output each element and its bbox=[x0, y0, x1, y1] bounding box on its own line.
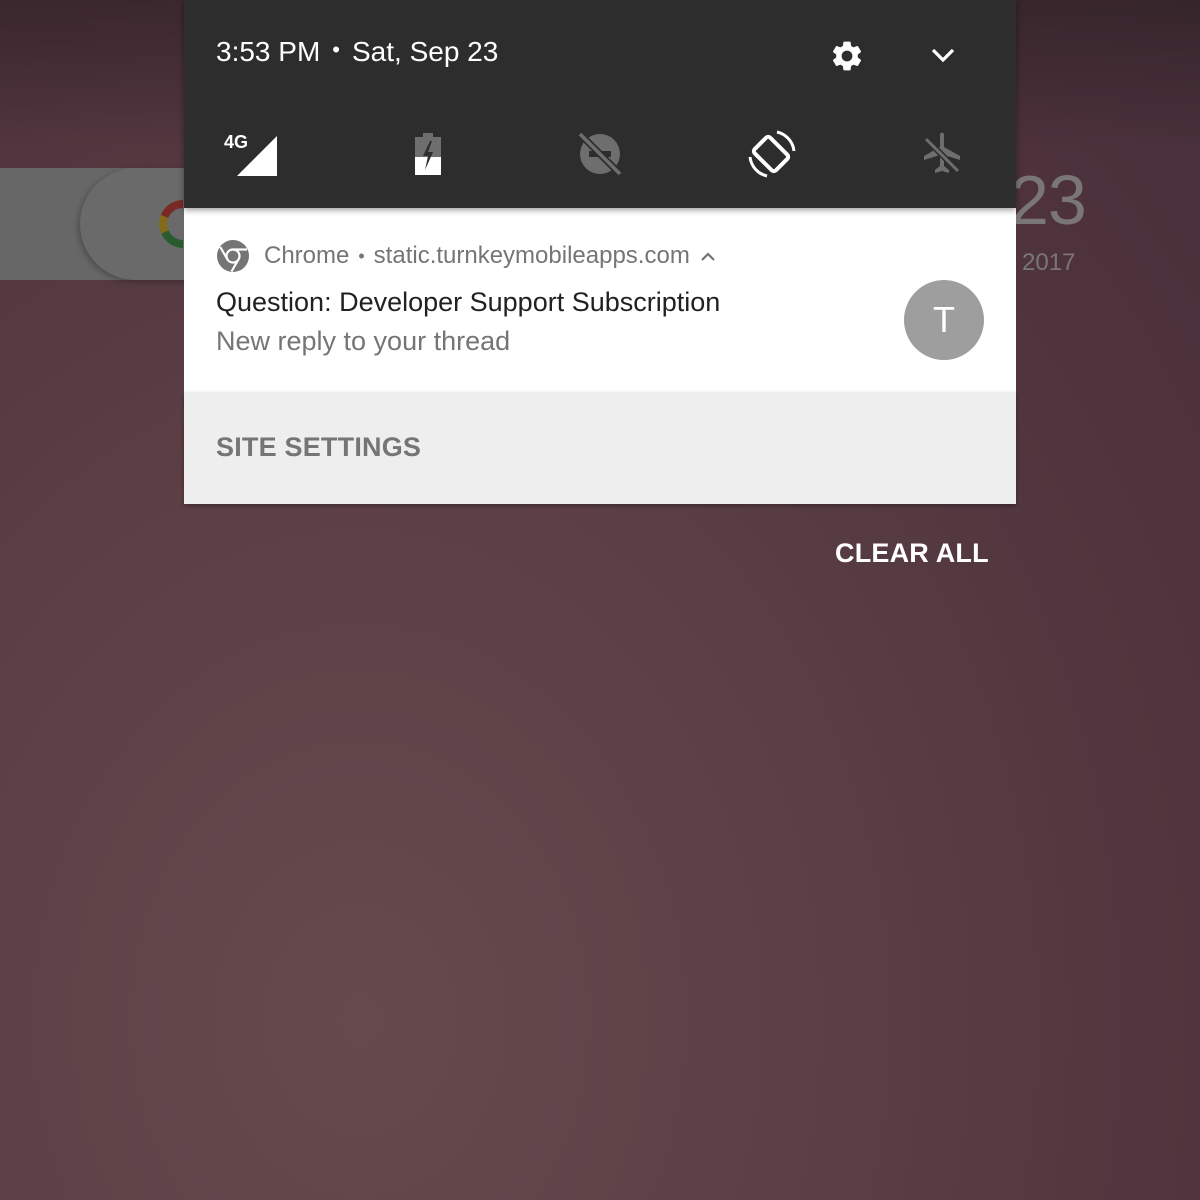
gear-icon[interactable] bbox=[829, 38, 865, 74]
notification-header: Chrome • static.turnkeymobileapps.com bbox=[216, 239, 716, 273]
quick-setting-auto-rotate[interactable] bbox=[744, 128, 800, 180]
shade-time: 3:53 PM bbox=[216, 36, 321, 67]
shade-datetime: 3:53 PM • Sat, Sep 23 bbox=[216, 36, 498, 68]
quick-setting-battery-saver[interactable] bbox=[410, 128, 446, 180]
clear-all-button[interactable]: CLEAR ALL bbox=[835, 538, 989, 569]
battery-charging-icon bbox=[415, 133, 441, 175]
signal-4g-label: 4G bbox=[224, 132, 248, 152]
notification-app-name: Chrome bbox=[264, 242, 350, 269]
chevron-down-icon[interactable] bbox=[929, 44, 957, 68]
airplane-off-icon bbox=[923, 132, 961, 174]
avatar: T bbox=[904, 280, 984, 360]
chevron-up-icon[interactable] bbox=[700, 250, 716, 262]
notification-separator: • bbox=[358, 245, 365, 266]
notification-text: New reply to your thread bbox=[216, 326, 511, 356]
avatar-letter: T bbox=[933, 299, 955, 340]
dnd-off-icon bbox=[577, 131, 623, 177]
notification-title: Question: Developer Support Subscription bbox=[216, 287, 721, 317]
screen-rotation-icon bbox=[748, 130, 796, 178]
notification-shade-header: 3:53 PM • Sat, Sep 23 4G bbox=[184, 0, 1016, 208]
notification-actions: SITE SETTINGS bbox=[184, 392, 1016, 504]
shade-separator: • bbox=[332, 37, 340, 62]
home-date: 2017 bbox=[1022, 249, 1076, 276]
home-clock: 23 bbox=[1010, 161, 1087, 239]
quick-setting-mobile-data[interactable]: 4G bbox=[222, 128, 282, 180]
signal-4g-icon: 4G bbox=[224, 132, 277, 176]
shade-date[interactable]: Sat, Sep 23 bbox=[352, 36, 498, 68]
notification-source: static.turnkeymobileapps.com bbox=[373, 242, 690, 269]
site-settings-button[interactable]: SITE SETTINGS bbox=[216, 432, 421, 463]
chrome-icon bbox=[217, 240, 249, 273]
quick-setting-airplane-mode[interactable] bbox=[917, 128, 967, 180]
notification-card[interactable]: Chrome • static.turnkeymobileapps.com Qu… bbox=[184, 208, 1016, 392]
quick-setting-do-not-disturb[interactable] bbox=[577, 128, 623, 180]
